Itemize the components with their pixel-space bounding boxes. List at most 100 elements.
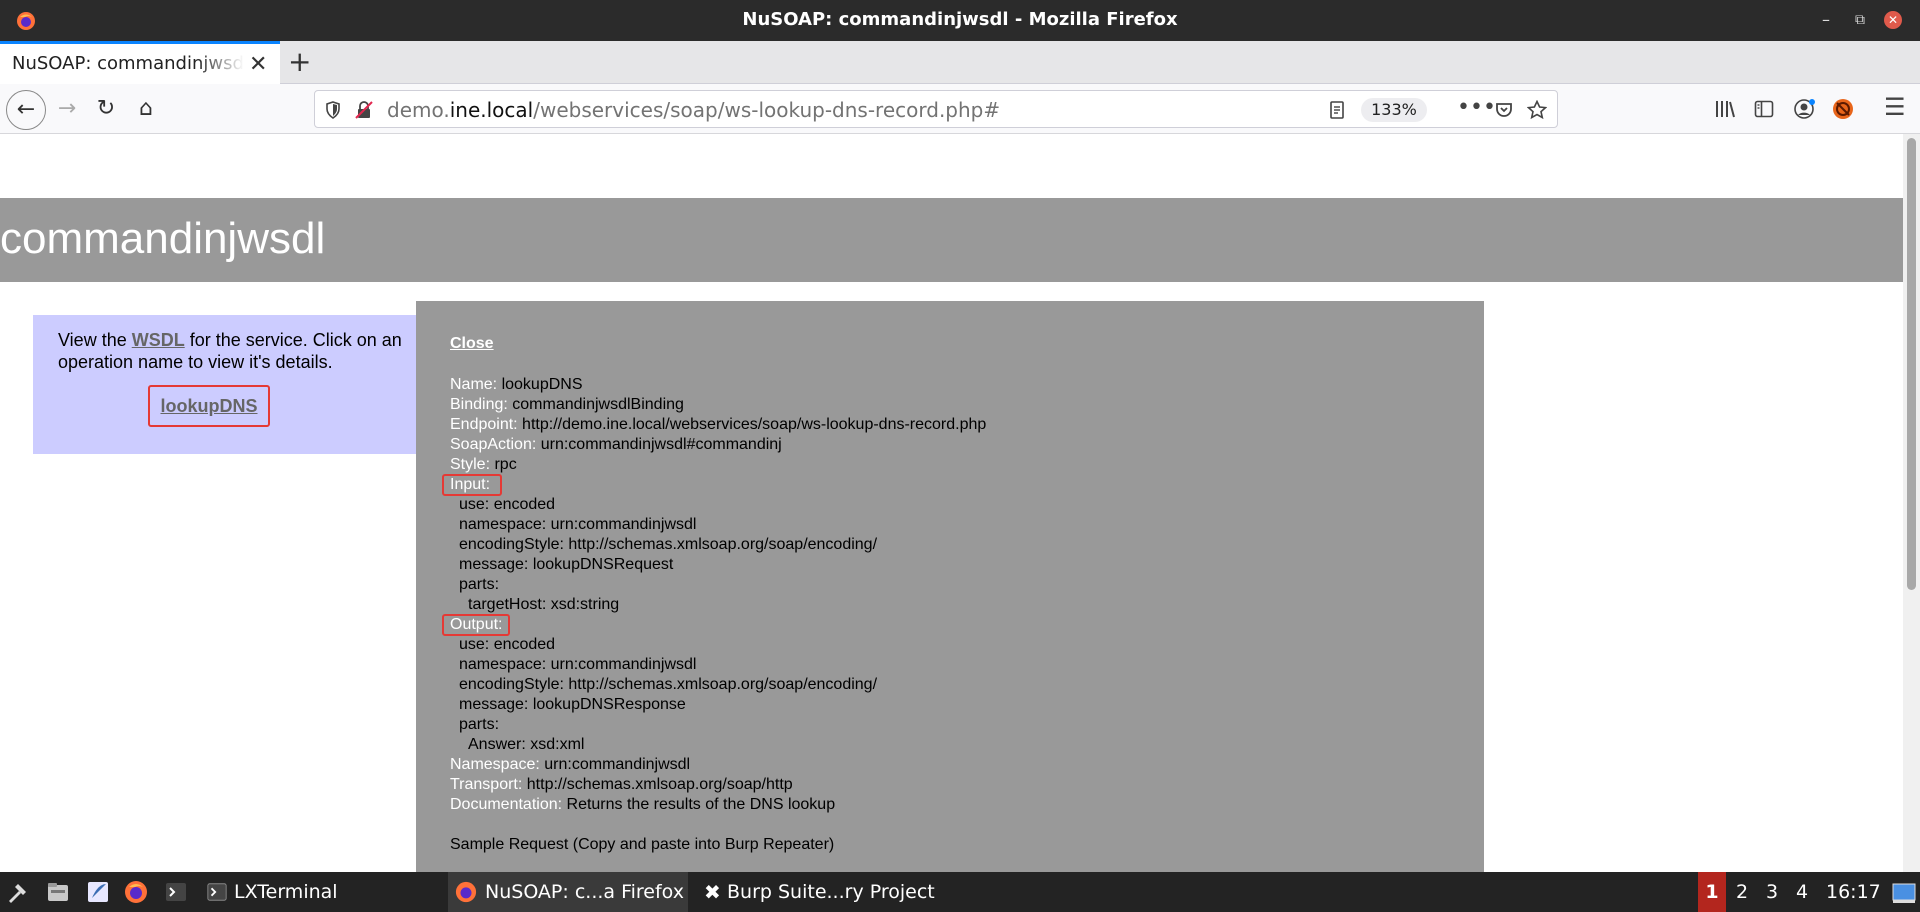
- detail-value: commandinjwsdlBinding: [507, 396, 684, 413]
- popup-detail-line: message: lookupDNSResponse: [459, 695, 686, 715]
- popup-detail-line: namespace: urn:commandinjwsdl: [459, 515, 696, 535]
- library-icon[interactable]: [1714, 99, 1736, 119]
- detail-value: parts:: [459, 576, 500, 593]
- detail-value: targetHost: xsd:string: [468, 596, 620, 613]
- start-menu-icon[interactable]: [6, 880, 30, 904]
- clock: 16:17: [1826, 881, 1881, 903]
- menu-icon[interactable]: ☰: [1884, 93, 1906, 121]
- popup-detail-line: use: encoded: [459, 635, 555, 655]
- popup-detail-line: Documentation: Returns the results of th…: [450, 795, 835, 815]
- popup-detail-line: encodingStyle: http://schemas.xmlsoap.or…: [459, 535, 877, 555]
- detail-value: message: lookupDNSResponse: [459, 696, 686, 713]
- popup-detail-line: use: encoded: [459, 495, 555, 515]
- detail-value: namespace: urn:commandinjwsdl: [459, 656, 697, 673]
- detail-value: lookupDNS: [497, 376, 583, 393]
- detail-value: Returns the results of the DNS lookup: [562, 796, 836, 813]
- detail-value: namespace: urn:commandinjwsdl: [459, 516, 697, 533]
- terminal-icon[interactable]: [164, 880, 188, 904]
- url-text[interactable]: demo.ine.local/webservices/soap/ws-looku…: [387, 98, 1000, 122]
- detail-value: Answer: xsd:xml: [468, 736, 585, 753]
- task-lxterminal[interactable]: LXTerminal: [204, 872, 440, 912]
- popup-detail-line: SoapAction: urn:commandinjwsdl#commandin…: [450, 435, 782, 455]
- url-domain: ine.local: [449, 98, 534, 122]
- back-button[interactable]: ←: [6, 90, 46, 130]
- detail-key: Documentation:: [450, 796, 563, 813]
- vertical-scrollbar[interactable]: [1903, 134, 1920, 872]
- zoom-level-badge[interactable]: 133%: [1361, 98, 1427, 122]
- more-icon[interactable]: •••: [1457, 95, 1496, 120]
- close-window-button[interactable]: ✕: [1884, 11, 1902, 29]
- page-banner: commandinjwsdl: [0, 198, 1903, 282]
- wsdl-link[interactable]: WSDL: [132, 330, 185, 350]
- new-tab-button[interactable]: +: [288, 45, 311, 78]
- tab-nusoap[interactable]: NuSOAP: commandinjwsdl ✕: [0, 41, 280, 84]
- workspace-1[interactable]: 1: [1698, 872, 1726, 912]
- sample-request-label: Sample Request (Copy and paste into Burp…: [450, 836, 835, 853]
- detail-value: encodingStyle: http://schemas.xmlsoap.or…: [459, 536, 878, 553]
- bookmark-star-icon[interactable]: [1527, 100, 1547, 120]
- extension-blocked-icon[interactable]: [1832, 98, 1854, 120]
- popup-detail-line: Endpoint: http://demo.ine.local/webservi…: [450, 415, 986, 435]
- operations-intro: View the WSDL for the service. Click on …: [58, 329, 428, 373]
- terminal-icon: [207, 883, 227, 901]
- detail-value: use: encoded: [459, 636, 556, 653]
- forward-button[interactable]: →: [50, 92, 84, 126]
- tab-label-fade: [196, 47, 244, 81]
- detail-key: Transport:: [450, 776, 523, 793]
- task-firefox[interactable]: NuSOAP: c...a Firefox: [448, 872, 688, 912]
- minimize-button[interactable]: –: [1816, 10, 1836, 30]
- popup-detail-line: parts:: [459, 575, 499, 595]
- pocket-icon[interactable]: [1495, 101, 1513, 119]
- intro-text-before: View the: [58, 330, 132, 350]
- popup-close-link[interactable]: Close: [450, 335, 494, 353]
- detail-value: use: encoded: [459, 496, 556, 513]
- popup-detail-line: targetHost: xsd:string: [468, 595, 619, 615]
- url-bar[interactable]: demo.ine.local/webservices/soap/ws-looku…: [314, 90, 1558, 128]
- scrollbar-thumb[interactable]: [1907, 138, 1916, 590]
- popup-detail-line: Binding: commandinjwsdlBinding: [450, 395, 684, 415]
- detail-key: SoapAction:: [450, 436, 537, 453]
- popup-detail-line: encodingStyle: http://schemas.xmlsoap.or…: [459, 675, 877, 695]
- detail-value: message: lookupDNSRequest: [459, 556, 674, 573]
- detail-value: http://schemas.xmlsoap.org/soap/http: [522, 776, 793, 793]
- popup-detail-line: message: lookupDNSRequest: [459, 555, 673, 575]
- section-highlight-box: [442, 474, 502, 496]
- account-icon[interactable]: [1794, 98, 1816, 120]
- operations-panel: View the WSDL for the service. Click on …: [33, 315, 423, 454]
- workspace-4[interactable]: 4: [1788, 872, 1816, 912]
- workspace-2[interactable]: 2: [1728, 872, 1756, 912]
- reader-view-icon[interactable]: [1329, 101, 1345, 119]
- detail-value: urn:commandinjwsdl: [539, 756, 691, 773]
- window-title: NuSOAP: commandinjwsdl - Mozilla Firefox: [742, 9, 1178, 30]
- detail-value: parts:: [459, 716, 500, 733]
- detail-key: Namespace:: [450, 756, 540, 773]
- task-label: LXTerminal: [234, 881, 338, 903]
- detail-value: encodingStyle: http://schemas.xmlsoap.or…: [459, 676, 878, 693]
- home-button[interactable]: ⌂: [129, 92, 163, 126]
- detail-key: Name:: [450, 376, 498, 393]
- desktop-icon[interactable]: [1892, 882, 1916, 904]
- insecure-lock-icon[interactable]: [355, 101, 373, 119]
- restore-button[interactable]: ⧉: [1850, 10, 1870, 30]
- tab-strip: NuSOAP: commandinjwsdl ✕ +: [0, 41, 1920, 84]
- firefox-icon[interactable]: [124, 880, 148, 904]
- shield-icon[interactable]: [325, 101, 341, 119]
- reload-button[interactable]: ↻: [89, 92, 123, 126]
- popup-detail-line: Namespace: urn:commandinjwsdl: [450, 755, 690, 775]
- sidebar-icon[interactable]: [1754, 99, 1774, 119]
- workspace-3[interactable]: 3: [1758, 872, 1786, 912]
- operation-details-popup: Close Name: lookupDNS Binding: commandinj…: [416, 301, 1484, 872]
- text-editor-icon[interactable]: [86, 880, 110, 904]
- taskbar: LXTerminal NuSOAP: c...a Firefox ✖ Burp …: [0, 872, 1920, 912]
- popup-detail-line: parts:: [459, 715, 499, 735]
- popup-detail-line: namespace: urn:commandinjwsdl: [459, 655, 696, 675]
- file-manager-icon[interactable]: [46, 880, 70, 904]
- lookupdns-operation-link[interactable]: lookupDNS: [161, 396, 258, 416]
- task-label: Burp Suite...ry Project: [727, 881, 935, 903]
- tab-close-icon[interactable]: ✕: [249, 52, 267, 77]
- url-path: /webservices/soap/ws-lookup-dns-record.p…: [533, 98, 1001, 122]
- page-title: commandinjwsdl: [0, 214, 326, 263]
- task-burp-suite[interactable]: ✖ Burp Suite...ry Project: [696, 872, 956, 912]
- popup-detail-line: Style: rpc: [450, 455, 517, 475]
- popup-detail-line: Name: lookupDNS: [450, 375, 583, 395]
